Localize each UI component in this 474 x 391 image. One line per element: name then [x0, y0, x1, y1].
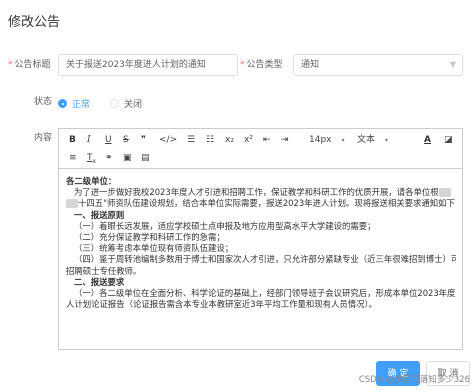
font-color-icon[interactable]: A	[424, 134, 431, 146]
underline-icon[interactable]: U	[105, 134, 112, 146]
radio-checked-icon	[58, 99, 67, 108]
superscript-icon[interactable]: x²	[244, 134, 253, 146]
title-label: * 公告标题	[8, 59, 51, 71]
code-block-icon[interactable]: </>	[159, 134, 177, 146]
font-family-picker[interactable]: 文本 ▾	[357, 134, 388, 147]
watermark: CSDN @梦里花落知多少326	[358, 375, 470, 385]
content-label: 内容	[34, 133, 53, 143]
editor-toolbar: B I U S ❞ </> ☰ ☷ x₂ x² ⇤ ⇥ 14px ▾ 文本 ▾ A …	[59, 129, 462, 169]
title-label-text: 公告标题	[14, 60, 51, 70]
link-icon[interactable]: ⚭	[105, 152, 113, 164]
status-option-label: 关闭	[124, 100, 143, 110]
content-line: （一）各二级单位在全面分析、科学论证的基础上，经部门领导班子会议研究后，形成本单…	[74, 288, 456, 299]
required-mark: *	[8, 60, 13, 70]
type-label: * 公告类型	[240, 59, 283, 71]
numbered-list-icon[interactable]: ☰	[187, 134, 195, 146]
content-line: 二、报送要求	[74, 276, 125, 287]
font-size-value: 14px	[309, 135, 332, 145]
image-icon[interactable]: ▣	[123, 152, 132, 164]
required-mark: *	[240, 60, 245, 70]
subscript-icon[interactable]: x₂	[225, 134, 234, 146]
italic-icon[interactable]: I	[87, 134, 91, 146]
bullet-list-icon[interactable]: ☷	[206, 134, 214, 146]
status-option-label: 正常	[72, 100, 91, 110]
content-line-text: 十四五"师资队伍建设规划，结合本单位实际需要，报送2023年进人计划。现将报送相…	[78, 198, 456, 209]
background-color-icon[interactable]: ◪	[444, 134, 453, 146]
content-line-text: 为了进一步做好我校2023年度人才引进和招聘工作，保证教学和科研工作的优质开展，…	[74, 187, 439, 198]
content-line: （三）统筹考虑本单位现有师资队伍建设；	[74, 243, 234, 254]
font-size-picker[interactable]: 14px ▾	[309, 134, 345, 147]
content-line: 各二级单位：	[66, 176, 117, 186]
content-line: 一、报送原则	[74, 209, 125, 220]
chevron-down-icon: ▾	[341, 137, 345, 144]
bold-icon[interactable]: B	[69, 134, 76, 146]
video-icon[interactable]: ▤	[141, 152, 150, 164]
redacted-block	[438, 188, 451, 198]
status-radio-normal[interactable]: 正常	[58, 97, 90, 110]
align-left-icon[interactable]: ≡	[69, 152, 77, 164]
editor-content[interactable]: 各二级单位： 为了进一步做好我校2023年度人才引进和招聘工作，保证教学和科研工…	[59, 170, 462, 349]
type-label-text: 公告类型	[246, 60, 283, 70]
chevron-down-icon: ▾	[385, 137, 389, 144]
type-select[interactable]: 通知 ▼	[293, 54, 463, 76]
content-line: 十四五"师资队伍建设规划，结合本单位实际需要，报送2023年进人计划。现将报送相…	[66, 198, 456, 209]
blockquote-icon[interactable]: ❞	[141, 134, 146, 146]
content-line: （四）鉴于周转池编制多数用于博士和国家次人才引进，只允许部分紧缺专业（近三年很难…	[74, 254, 456, 265]
title-input[interactable]: 关于报送2023年度进人计划的通知	[58, 54, 238, 76]
content-line: （二）充分保证教学和科研工作的急需；	[74, 232, 225, 243]
chevron-down-icon: ▼	[449, 60, 456, 69]
status-radio-closed[interactable]: 关闭	[110, 97, 142, 110]
redacted-block	[66, 199, 78, 209]
content-line: （一）着眼长远发展，适应学校硕士点申报及地方应用型高水平大学建设的需要；	[74, 220, 376, 231]
indent-increase-icon[interactable]: ⇥	[281, 134, 289, 146]
clear-format-icon[interactable]: Tx	[87, 152, 96, 168]
content-line: 人计划论证报告（论证报告需含本专业本教研室近3年平均工作量和现有人员情况）。	[66, 299, 378, 310]
status-label: 状态	[34, 97, 53, 107]
radio-unchecked-icon	[110, 99, 119, 108]
content-line: 招聘硕士专任教师。	[66, 265, 142, 276]
rich-text-editor: B I U S ❞ </> ☰ ☷ x₂ x² ⇤ ⇥ 14px ▾ 文本 ▾ A …	[58, 128, 463, 350]
strikethrough-icon[interactable]: S	[123, 134, 129, 146]
indent-decrease-icon[interactable]: ⇤	[263, 134, 271, 146]
font-family-value: 文本	[357, 135, 376, 145]
dialog-title: 修改公告	[8, 15, 61, 30]
type-select-value: 通知	[301, 60, 320, 70]
content-line: 为了进一步做好我校2023年度人才引进和招聘工作，保证教学和科研工作的优质开展，…	[66, 187, 456, 198]
